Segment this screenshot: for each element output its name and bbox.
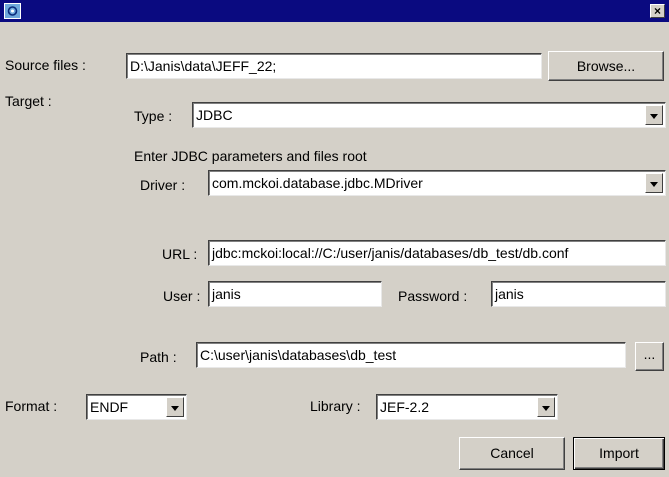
chevron-down-icon[interactable] (166, 397, 184, 417)
format-select[interactable]: ENDF (86, 394, 187, 420)
browse-button[interactable]: Browse... (548, 51, 664, 81)
jdbc-hint-text: Enter JDBC parameters and files root (134, 148, 367, 164)
driver-select-value: com.mckoi.database.jdbc.MDriver (212, 175, 423, 191)
password-input[interactable]: janis (491, 281, 666, 307)
library-select-value: JEF-2.2 (380, 399, 430, 415)
format-label: Format : (5, 398, 58, 414)
user-input[interactable]: janis (208, 281, 382, 307)
path-browse-button[interactable]: ... (635, 342, 664, 371)
import-button[interactable]: Import (573, 437, 665, 470)
driver-select[interactable]: com.mckoi.database.jdbc.MDriver (208, 170, 666, 196)
url-label: URL : (162, 246, 198, 262)
source-files-input[interactable]: D:\Janis\data\JEFF_22; (126, 53, 542, 79)
chevron-down-icon[interactable] (537, 397, 555, 417)
target-label: Target : (5, 93, 52, 109)
chevron-down-icon[interactable] (645, 105, 663, 125)
password-label: Password : (398, 288, 468, 304)
user-label: User : (163, 288, 201, 304)
type-select[interactable]: JDBC (192, 102, 666, 128)
url-input[interactable]: jdbc:mckoi:local://C:/user/janis/databas… (208, 240, 666, 266)
close-button[interactable]: × (650, 4, 665, 18)
path-input[interactable]: C:\user\janis\databases\db_test (196, 342, 626, 368)
chevron-down-icon[interactable] (645, 173, 663, 193)
source-files-label: Source files : (5, 57, 86, 73)
type-label: Type : (134, 108, 173, 124)
title-bar[interactable]: × (0, 0, 669, 22)
java-cup-icon (4, 3, 21, 19)
close-icon: × (653, 4, 661, 18)
format-select-value: ENDF (90, 399, 129, 415)
path-label: Path : (140, 349, 177, 365)
type-select-value: JDBC (196, 107, 233, 123)
library-select[interactable]: JEF-2.2 (376, 394, 558, 420)
cancel-button[interactable]: Cancel (459, 437, 565, 470)
driver-label: Driver : (140, 177, 186, 193)
library-label: Library : (310, 398, 361, 414)
